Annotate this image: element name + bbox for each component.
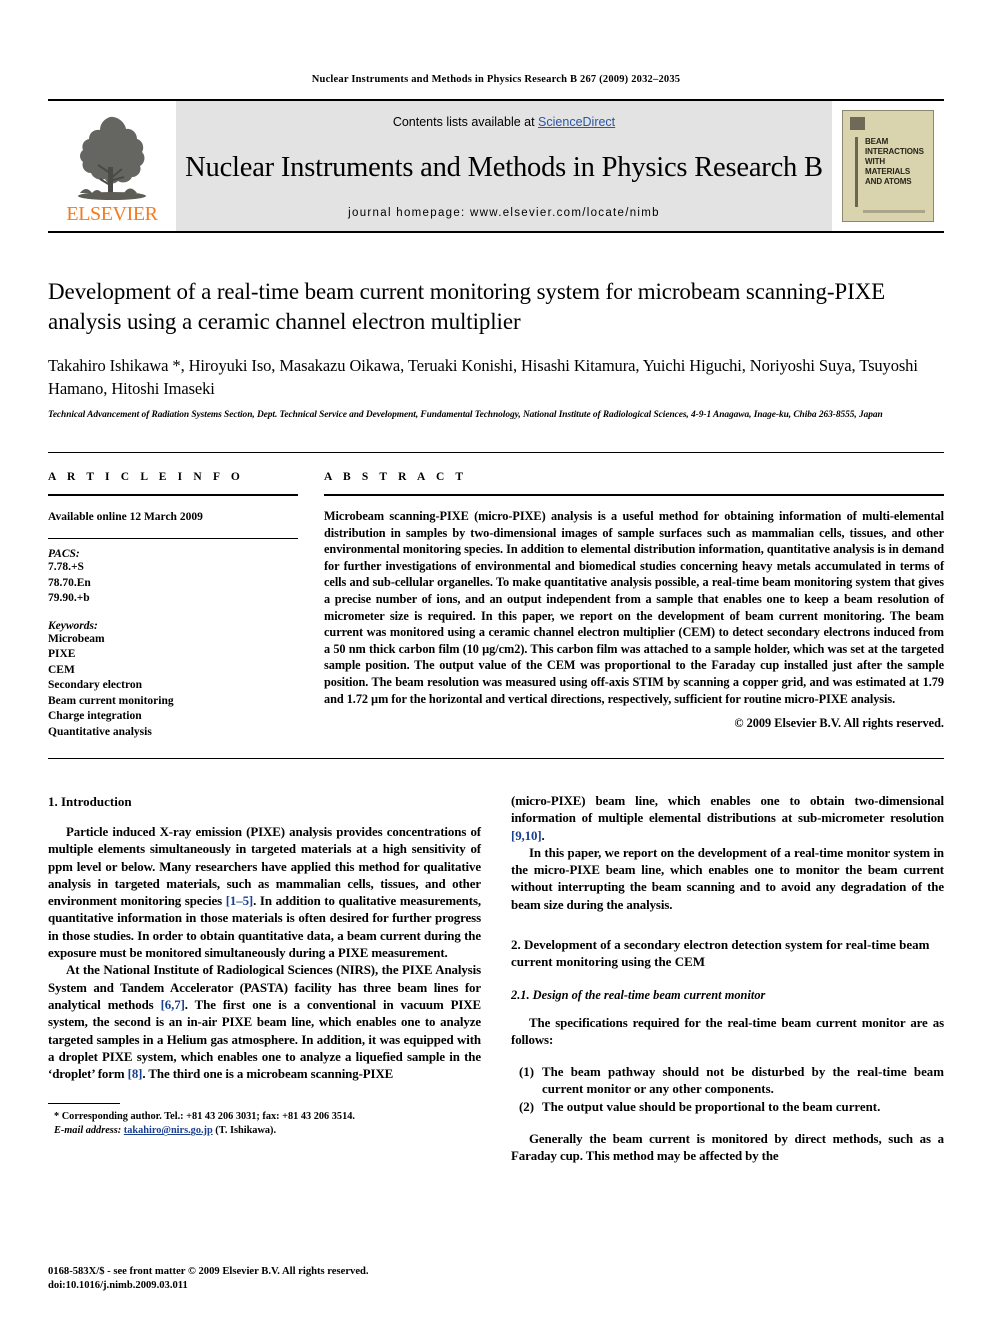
keyword-item: Charge integration — [48, 710, 142, 722]
right-p1-part-a: (micro-PIXE) beam line, which enables on… — [511, 794, 944, 826]
cover-image: BEAM INTERACTIONS WITH MATERIALS AND ATO… — [842, 110, 934, 222]
abstract-copyright: © 2009 Elsevier B.V. All rights reserved… — [734, 716, 944, 731]
email-link[interactable]: takahiro@nirs.go.jp — [124, 1125, 213, 1136]
abstract-heading: A B S T R A C T — [324, 471, 468, 483]
affiliation: Technical Advancement of Radiation Syste… — [48, 410, 883, 420]
running-head: Nuclear Instruments and Methods in Physi… — [311, 74, 681, 85]
pacs-item: 78.70.En — [48, 576, 91, 589]
abstract-text: Microbeam scanning-PIXE (micro-PIXE) ana… — [324, 509, 944, 706]
pacs-item: 7.78.+S — [48, 561, 84, 573]
cover-line-3: WITH — [865, 157, 886, 166]
article-info-column: A R T I C L E I N F O Available online 1… — [48, 471, 298, 740]
cover-vertical-rule — [855, 137, 858, 207]
footnote-contact: Corresponding author. Tel.: +81 43 206 3… — [61, 1111, 355, 1123]
elsevier-wordmark: ELSEVIER — [66, 203, 158, 225]
section-heading-introduction: 1. Introduction — [48, 794, 132, 809]
title-block: Development of a real-time beam current … — [48, 277, 944, 422]
citation-ref[interactable]: [1–5] — [226, 894, 254, 908]
list-item-number: (1) — [519, 1064, 535, 1079]
keyword-item: Quantitative analysis — [48, 725, 152, 738]
cover-line-5: AND ATOMS — [865, 177, 912, 186]
cover-line-4: MATERIALS — [865, 167, 911, 176]
info-abstract-bottom-rule — [48, 758, 944, 759]
page-title: Development of a real-time beam current … — [48, 279, 886, 334]
citation-ref[interactable]: [8] — [128, 1067, 143, 1081]
article-info-divider — [48, 538, 298, 539]
section-heading-2-1: 2.1. Design of the real-time beam curren… — [511, 988, 766, 1003]
section-heading-2: 2. Development of a secondary electron d… — [511, 937, 930, 970]
email-suffix: (T. Ishikawa). — [215, 1125, 277, 1137]
author-list: Takahiro Ishikawa *, Hiroyuki Iso, Masak… — [48, 356, 918, 398]
pacs-label: PACS: — [48, 548, 80, 560]
pacs-item: 79.90.+b — [48, 592, 90, 604]
sec21-paragraph-1: The specifications required for the real… — [511, 1016, 944, 1048]
body-column-right: (micro-PIXE) beam line, which enables on… — [511, 793, 944, 1165]
abstract-rule — [324, 494, 944, 496]
right-paragraph-1: (micro-PIXE) beam line, which enables on… — [511, 793, 944, 845]
keyword-item: CEM — [48, 663, 75, 676]
footnote-line-2: E-mail address: takahiro@nirs.go.jp (T. … — [48, 1124, 481, 1138]
intro-paragraph-2: At the National Institute of Radiologica… — [48, 962, 481, 1083]
intro-p2-part-c: . The third one is a microbeam scanning-… — [142, 1067, 394, 1082]
journal-masthead: ELSEVIER Contents lists available at Sci… — [48, 99, 944, 233]
specification-list: (1) The beam pathway should not be distu… — [511, 1064, 944, 1117]
footnote-marker: * — [54, 1111, 60, 1123]
list-item: (1) The beam pathway should not be distu… — [511, 1064, 944, 1099]
email-label: E-mail address: — [54, 1125, 122, 1137]
elsevier-logo: ELSEVIER — [48, 101, 176, 231]
journal-title: Nuclear Instruments and Methods in Physi… — [185, 152, 823, 183]
article-history: Available online 12 March 2009 — [48, 511, 203, 523]
right-p1-part-b: . — [541, 828, 545, 843]
body-column-left: 1. Introduction Particle induced X-ray e… — [48, 793, 481, 1165]
keyword-item: Beam current monitoring — [48, 694, 174, 707]
cover-elsevier-mark-icon — [850, 117, 865, 130]
intro-paragraph-1: Particle induced X-ray emission (PIXE) a… — [48, 824, 481, 962]
right-paragraph-2: In this paper, we report on the developm… — [511, 845, 944, 912]
page-footer: 0168-583X/$ - see front matter © 2009 El… — [48, 1265, 369, 1293]
cover-title-text: BEAM INTERACTIONS WITH MATERIALS AND ATO… — [865, 137, 924, 187]
journal-cover-thumbnail: BEAM INTERACTIONS WITH MATERIALS AND ATO… — [832, 101, 944, 231]
corresponding-author-footnote: * Corresponding author. Tel.: +81 43 206… — [48, 1103, 481, 1138]
list-item-text: The beam pathway should not be disturbed… — [542, 1064, 944, 1096]
masthead-center: Contents lists available at ScienceDirec… — [176, 101, 832, 231]
cover-line-2: INTERACTIONS — [865, 147, 924, 156]
contents-available-line: Contents lists available at ScienceDirec… — [393, 115, 615, 129]
citation-ref[interactable]: [9,10] — [511, 829, 542, 843]
elsevier-tree-icon — [78, 116, 146, 200]
list-item-number: (2) — [519, 1100, 535, 1115]
info-abstract-row: A R T I C L E I N F O Available online 1… — [48, 452, 944, 740]
body-columns: 1. Introduction Particle induced X-ray e… — [48, 793, 944, 1165]
contents-prefix: Contents lists available at — [392, 115, 539, 129]
citation-ref[interactable]: [6,7] — [161, 998, 185, 1012]
journal-homepage[interactable]: journal homepage: www.elsevier.com/locat… — [348, 207, 660, 219]
doi-line: doi:10.1016/j.nimb.2009.03.011 — [48, 1280, 188, 1291]
footnote-line-1: * Corresponding author. Tel.: +81 43 206… — [48, 1110, 481, 1124]
list-item-text: The output value should be proportional … — [542, 1100, 881, 1115]
keyword-item: PIXE — [48, 648, 76, 660]
cover-bottom-rule — [863, 210, 925, 213]
sciencedirect-link[interactable]: ScienceDirect — [538, 115, 615, 129]
keyword-item: Secondary electron — [48, 679, 143, 691]
cover-line-1: BEAM — [865, 137, 889, 146]
sec21-paragraph-2: Generally the beam current is monitored … — [511, 1131, 944, 1163]
article-info-heading: A R T I C L E I N F O — [48, 471, 244, 483]
article-info-rule — [48, 494, 298, 496]
list-item: (2) The output value should be proportio… — [511, 1099, 944, 1116]
issn-line: 0168-583X/$ - see front matter © 2009 El… — [48, 1266, 369, 1277]
keywords-label: Keywords: — [48, 619, 98, 632]
article-page: Nuclear Instruments and Methods in Physi… — [0, 0, 992, 1323]
keyword-item: Microbeam — [48, 632, 105, 645]
abstract-column: A B S T R A C T Microbeam scanning-PIXE … — [324, 471, 944, 740]
